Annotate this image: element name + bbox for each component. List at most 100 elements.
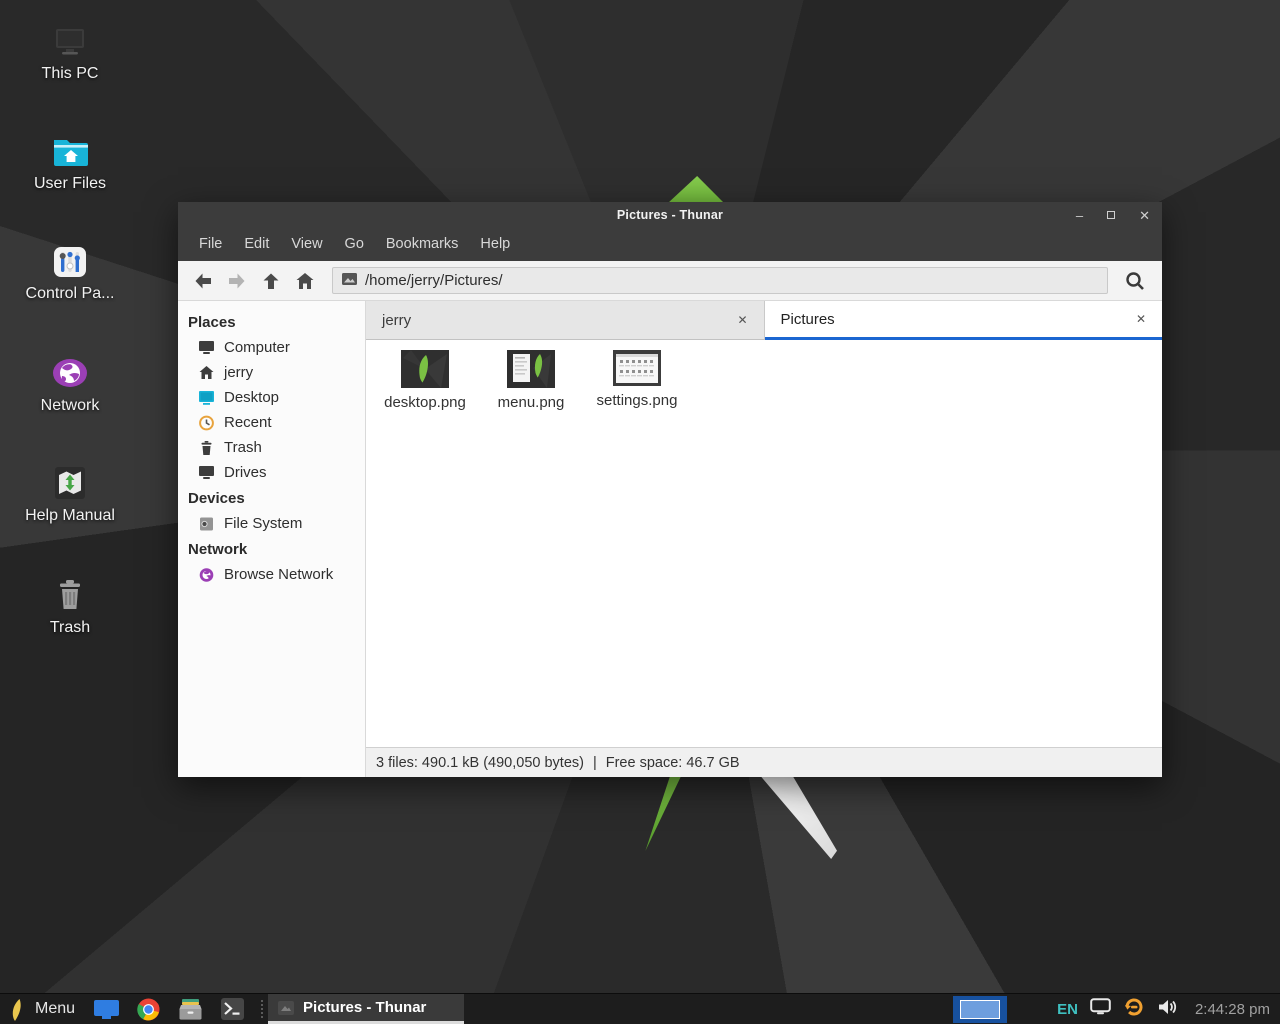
file-list-view[interactable]: desktop.png menu.png xyxy=(366,340,1162,747)
window-title: Pictures - Thunar xyxy=(178,202,1162,228)
tab-bar: jerry ✕ Pictures ✕ xyxy=(366,301,1162,340)
sidebar-item-browse-network[interactable]: Browse Network xyxy=(178,562,365,587)
tab-close-icon[interactable]: ✕ xyxy=(737,313,747,327)
desktop-icon-trash[interactable]: Trash xyxy=(0,578,140,637)
file-manager-launcher[interactable] xyxy=(178,998,203,1020)
home-icon xyxy=(198,365,215,380)
thunar-window-icon xyxy=(278,1001,294,1015)
back-button[interactable] xyxy=(186,266,220,296)
menu-go[interactable]: Go xyxy=(334,228,375,261)
thunar-window: Pictures - Thunar – ✕ File Edit View Go … xyxy=(178,202,1162,777)
maximize-button[interactable] xyxy=(1107,211,1115,219)
forward-icon xyxy=(229,273,245,288)
window-titlebar[interactable]: Pictures - Thunar – ✕ xyxy=(178,202,1162,228)
sidebar-item-label: Desktop xyxy=(224,389,279,406)
image-thumbnail-menu xyxy=(507,350,555,388)
search-button[interactable] xyxy=(1116,266,1154,296)
clock[interactable]: 2:44:28 pm xyxy=(1195,1001,1270,1018)
sidebar-item-home-jerry[interactable]: jerry xyxy=(178,360,365,385)
map-arrows-icon xyxy=(51,466,89,500)
desktop-icon-network[interactable]: Network xyxy=(0,356,140,415)
image-thumbnail-settings xyxy=(613,350,661,386)
taskbar-separator-handle[interactable] xyxy=(261,1000,263,1018)
path-text: /home/jerry/Pictures/ xyxy=(365,272,503,289)
sidebar-item-trash[interactable]: Trash xyxy=(178,435,365,460)
linux-lite-feather-icon xyxy=(9,998,26,1021)
desktop-icon-label: Trash xyxy=(50,619,90,637)
app-menu-button[interactable]: Menu xyxy=(0,994,85,1024)
sidebar-item-label: Recent xyxy=(224,414,272,431)
terminal-icon xyxy=(221,998,244,1020)
desktop-icon-control-panel[interactable]: Control Pa... xyxy=(0,246,140,303)
forward-button[interactable] xyxy=(220,266,254,296)
task-button-thunar[interactable]: Pictures - Thunar xyxy=(268,994,464,1024)
show-desktop-launcher[interactable] xyxy=(94,1000,119,1019)
sidebar-item-computer[interactable]: Computer xyxy=(178,335,365,360)
volume-icon[interactable] xyxy=(1157,998,1178,1021)
sidebar-header-devices: Devices xyxy=(178,485,365,511)
file-menu-png[interactable]: menu.png xyxy=(480,350,582,411)
filesystem-icon xyxy=(198,516,215,532)
sidebar-item-file-system[interactable]: File System xyxy=(178,511,365,536)
desktop-icon-this-pc[interactable]: This PC xyxy=(0,26,140,83)
tab-pictures[interactable]: Pictures ✕ xyxy=(765,301,1163,340)
menu-file[interactable]: File xyxy=(188,228,233,261)
menu-edit[interactable]: Edit xyxy=(233,228,280,261)
file-desktop-png[interactable]: desktop.png xyxy=(374,350,476,411)
update-manager-icon[interactable] xyxy=(1123,996,1145,1023)
sidebar-item-label: Browse Network xyxy=(224,566,333,583)
desktop-icon-label: User Files xyxy=(34,175,106,193)
home-icon xyxy=(297,273,314,289)
menu-bookmarks[interactable]: Bookmarks xyxy=(375,228,470,261)
computer-icon xyxy=(51,26,89,58)
file-name: desktop.png xyxy=(384,394,466,411)
home-button[interactable] xyxy=(288,266,322,296)
desktop-icon xyxy=(94,1000,119,1019)
desktop-icon-user-files[interactable]: User Files xyxy=(0,136,140,193)
back-icon xyxy=(196,273,212,288)
status-separator: | xyxy=(593,755,597,771)
desktop-icon-help-manual[interactable]: Help Manual xyxy=(0,466,140,525)
search-icon xyxy=(1128,273,1140,285)
file-settings-png[interactable]: settings.png xyxy=(586,350,688,409)
desktop-icon-label: This PC xyxy=(42,65,99,83)
clock-icon xyxy=(198,415,215,431)
status-free-space: Free space: 46.7 GB xyxy=(606,755,740,771)
desktop-icon-label: Control Pa... xyxy=(26,285,115,303)
up-icon xyxy=(264,273,279,289)
sliders-icon xyxy=(50,246,90,278)
task-button-label: Pictures - Thunar xyxy=(303,999,426,1016)
workspace-pager[interactable] xyxy=(953,996,1007,1023)
status-bar: 3 files: 490.1 kB (490,050 bytes) | Free… xyxy=(366,747,1162,777)
sidebar: Places Computer jerry Desktop Recent Tra… xyxy=(178,301,366,777)
sidebar-item-label: Trash xyxy=(224,439,262,456)
keyboard-layout-indicator[interactable]: EN xyxy=(1057,1001,1078,1018)
minimize-button[interactable]: – xyxy=(1076,209,1083,222)
sidebar-item-recent[interactable]: Recent xyxy=(178,410,365,435)
tab-close-icon[interactable]: ✕ xyxy=(1136,312,1146,326)
menu-help[interactable]: Help xyxy=(469,228,521,261)
toolbar: /home/jerry/Pictures/ xyxy=(178,261,1162,301)
file-name: menu.png xyxy=(498,394,565,411)
maximize-icon xyxy=(1107,211,1115,219)
path-bar[interactable]: /home/jerry/Pictures/ xyxy=(332,267,1108,294)
terminal-launcher[interactable] xyxy=(221,998,244,1020)
tab-jerry[interactable]: jerry ✕ xyxy=(366,301,765,340)
menu-view[interactable]: View xyxy=(280,228,333,261)
network-globe-icon xyxy=(198,567,215,583)
home-folder-icon xyxy=(50,136,90,168)
display-tray-icon[interactable] xyxy=(1090,998,1111,1020)
close-button[interactable]: ✕ xyxy=(1139,209,1150,222)
sidebar-item-drives[interactable]: Drives xyxy=(178,460,365,485)
desktop-icon xyxy=(198,390,215,405)
sidebar-item-label: Drives xyxy=(224,464,267,481)
chrome-launcher[interactable] xyxy=(137,998,160,1021)
status-files-summary: 3 files: 490.1 kB (490,050 bytes) xyxy=(376,755,584,771)
sidebar-item-desktop[interactable]: Desktop xyxy=(178,385,365,410)
tab-label: Pictures xyxy=(781,311,835,328)
computer-icon xyxy=(198,340,215,355)
menu-button-label: Menu xyxy=(35,1000,75,1018)
up-button[interactable] xyxy=(254,266,288,296)
system-tray: EN 2:44:28 pm xyxy=(1057,996,1280,1023)
workspace-1[interactable] xyxy=(960,1000,1000,1019)
